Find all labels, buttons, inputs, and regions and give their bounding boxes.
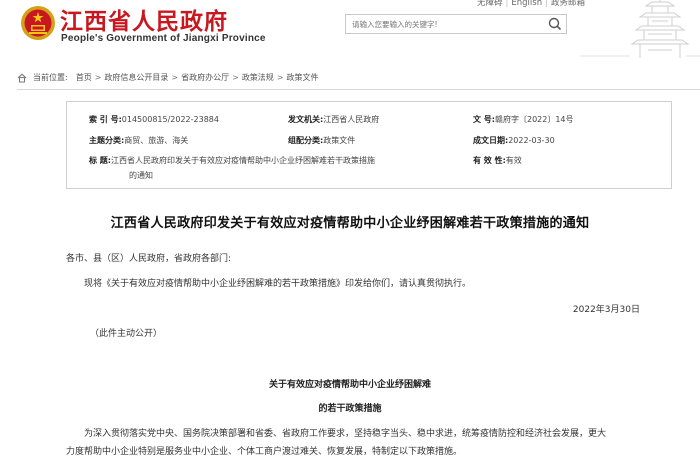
written-date: 成文日期:2022-03-30 <box>473 135 555 146</box>
validity: 有 效 性:有效 <box>473 155 522 166</box>
attachment-title-line1: 关于有效应对疫情帮助中小企业纾困解难 <box>268 380 431 390</box>
paragraph-line2: 力度帮助中小企业特别是服务业中小企业、个体工商户渡过难关、恢复发展，特制定以下政… <box>66 447 463 457</box>
notice-body: 现将《关于有效应对疫情帮助中小企业纾困解难的若干政策措施》印发给你们，请认真贯彻… <box>84 279 472 289</box>
english-link[interactable]: English <box>511 0 542 8</box>
search-icon <box>548 17 562 31</box>
breadcrumb-policy-regulations[interactable]: 政策法规 <box>242 72 274 83</box>
title-value-line2: 的通知 <box>129 171 153 180</box>
document-meta-box: 索 引 号:014500815/2022-23884 发文机关:江西省人民政府 … <box>66 101 672 189</box>
breadcrumb-divider <box>17 89 700 90</box>
topic-label: 主题分类: <box>89 136 125 145</box>
search-button[interactable] <box>544 15 566 33</box>
doc-number-value: 赣府字〔2022〕14号 <box>494 115 574 124</box>
index-number-label: 索 引 号: <box>89 115 122 124</box>
site-header: 江西省人民政府 People's Government of Jiangxi P… <box>0 0 700 58</box>
topic-value: 商贸、旅游、海关 <box>124 136 189 145</box>
search-box <box>345 14 567 34</box>
title-row: 标 题:江西省人民政府印发关于有效应对疫情帮助中小企业纾困解难若干政策措施 <box>89 155 375 166</box>
validity-value: 有效 <box>505 156 522 165</box>
breadcrumb-label: 当前位置: <box>33 73 68 82</box>
search-input[interactable] <box>352 17 538 31</box>
title-row-continued: 的通知 <box>129 170 153 181</box>
topic-classification: 主题分类:商贸、旅游、海关 <box>89 135 188 146</box>
breadcrumb-separator: > <box>94 73 102 82</box>
paragraph-line1: 为深入贯彻落实党中央、国务院决策部署和省委、省政府工作要求，坚持稳字当头、稳中求… <box>84 429 607 439</box>
breadcrumb-home[interactable]: 首页 <box>76 72 92 83</box>
date-value: 2022-03-30 <box>508 136 555 145</box>
breadcrumb-separator: > <box>171 73 179 82</box>
issuing-authority: 发文机关:江西省人民政府 <box>288 114 379 125</box>
breadcrumb: 当前位置: 首页 > 政府信息公开目录 > 省政府办公厅 > 政策法规 > 政策… <box>17 72 319 83</box>
category-value: 政策文件 <box>323 136 356 145</box>
issuer-value: 江西省人民政府 <box>323 115 380 124</box>
breadcrumb-policy-documents[interactable]: 政策文件 <box>287 72 319 83</box>
article-title: 江西省人民政府印发关于有效应对疫情帮助中小企业纾困解难若干政策措施的通知 <box>110 216 590 231</box>
category-label: 组配分类: <box>288 136 324 145</box>
title-value-line1: 江西省人民政府印发关于有效应对疫情帮助中小企业纾困解难若干政策措施 <box>110 156 375 165</box>
breadcrumb-separator: > <box>276 73 284 82</box>
site-title[interactable]: 江西省人民政府 <box>60 2 228 36</box>
accessibility-link[interactable]: 无障碍 <box>477 0 503 8</box>
breadcrumb-separator: > <box>232 73 239 82</box>
salutation: 各市、县（区）人民政府，省政府各部门: <box>66 254 232 264</box>
breadcrumb-general-office[interactable]: 省政府办公厅 <box>181 72 229 83</box>
sign-date: 2022年3月30日 <box>572 305 640 315</box>
index-number: 索 引 号:014500815/2022-23884 <box>89 114 219 125</box>
top-links: 无障碍 | English | 政务邮箱 <box>477 0 585 8</box>
home-icon <box>17 72 27 82</box>
doc-number-label: 文 号: <box>473 115 495 124</box>
title-label: 标 题: <box>89 156 111 165</box>
index-number-value: 014500815/2022-23884 <box>121 115 219 124</box>
category-classification: 组配分类:政策文件 <box>288 135 355 146</box>
issuer-label: 发文机关: <box>288 115 324 124</box>
validity-label: 有 效 性: <box>473 156 506 165</box>
attachment-title-line2: 的若干政策措施 <box>318 404 382 414</box>
public-note: （此件主动公开） <box>90 329 163 339</box>
document-number: 文 号:赣府字〔2022〕14号 <box>473 114 574 125</box>
site-subtitle: People's Government of Jiangxi Province <box>61 33 266 44</box>
date-label: 成文日期: <box>473 136 509 145</box>
breadcrumb-gov-info[interactable]: 政府信息公开目录 <box>104 72 168 83</box>
national-emblem-icon <box>21 6 55 40</box>
pagoda-illustration <box>580 0 700 58</box>
